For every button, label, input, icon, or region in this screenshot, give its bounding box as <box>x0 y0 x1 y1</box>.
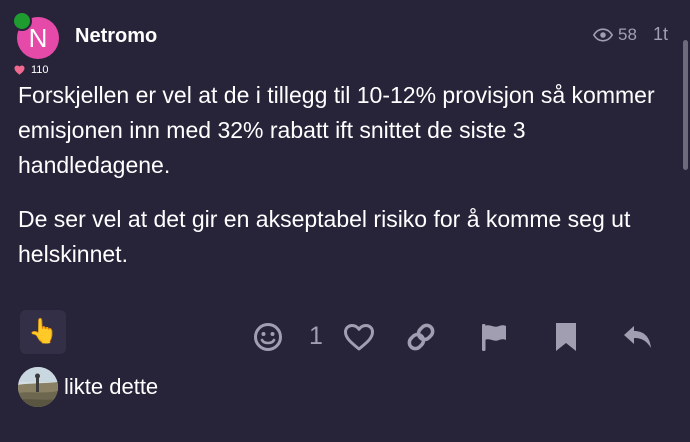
like-count[interactable]: 1 <box>309 322 323 351</box>
reply-button[interactable] <box>621 320 655 354</box>
bookmark-icon <box>556 323 576 351</box>
reaction-summary[interactable]: 110 <box>14 64 49 76</box>
copy-link-button[interactable] <box>404 320 438 354</box>
flag-button[interactable] <box>477 320 511 354</box>
liked-by-label: likte dette <box>64 374 159 399</box>
reply-icon <box>624 326 651 348</box>
reactions-button[interactable] <box>251 320 285 354</box>
link-icon <box>407 323 435 351</box>
heart-outline-icon <box>344 324 374 351</box>
liked-by-row: likte dette <box>18 367 158 407</box>
post-timestamp[interactable]: 1t <box>653 24 668 45</box>
scrollbar-thumb[interactable] <box>683 40 688 170</box>
author-username[interactable]: Netromo <box>75 25 157 48</box>
like-button[interactable] <box>342 320 376 354</box>
online-status-indicator <box>12 11 32 31</box>
post-paragraph: De ser vel at det gir en akseptabel risi… <box>18 206 631 267</box>
view-count-value: 58 <box>618 25 637 44</box>
smiley-icon <box>254 323 282 351</box>
heart-icon <box>14 65 25 75</box>
liker-avatar[interactable] <box>18 367 58 407</box>
bookmark-button[interactable] <box>549 320 583 354</box>
view-count: 58 <box>593 25 637 45</box>
pointing-up-emoji: 👆 <box>28 318 58 345</box>
post-paragraph: Forskjellen er vel at de i tillegg til 1… <box>18 82 655 178</box>
eye-icon <box>593 28 613 42</box>
post-body: Forskjellen er vel at de i tillegg til 1… <box>18 78 676 272</box>
reaction-count-value: 110 <box>31 64 49 76</box>
flag-icon <box>482 324 506 351</box>
react-button[interactable]: 👆 <box>20 310 66 354</box>
